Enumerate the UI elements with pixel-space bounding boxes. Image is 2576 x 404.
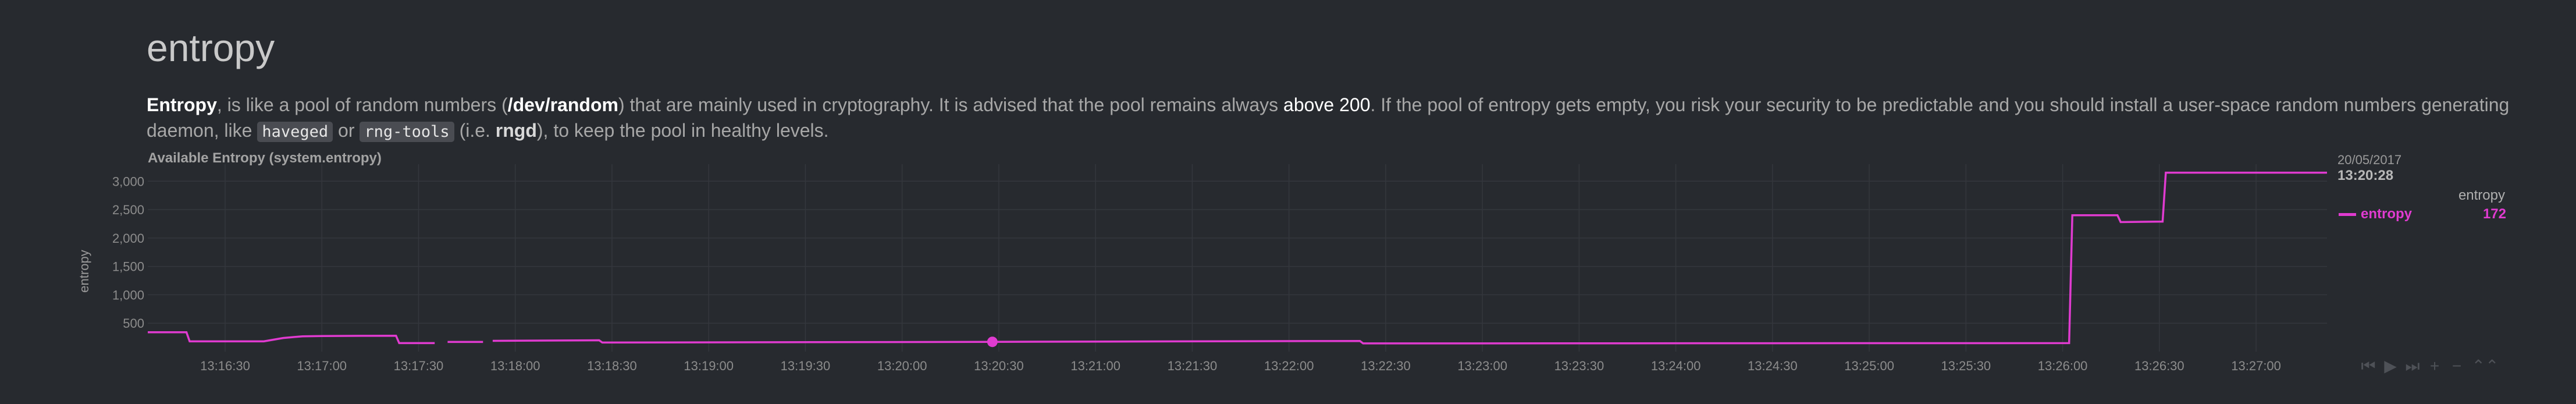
y-axis-label: entropy (77, 250, 91, 292)
legend-swatch (2339, 213, 2356, 216)
y-tick-label: 1,500 (112, 260, 144, 274)
x-tick-label: 13:21:30 (1168, 359, 1218, 373)
zoom-out-icon[interactable]: − (2446, 357, 2468, 375)
y-tick-label: 2,000 (112, 231, 144, 246)
series-line-entropy (148, 331, 435, 345)
x-tick-label: 13:24:00 (1651, 359, 1701, 373)
hover-point (987, 336, 998, 348)
play-icon[interactable]: ▶ (2379, 356, 2401, 375)
x-tick-label: 13:26:00 (2038, 359, 2088, 373)
pan-left-icon[interactable]: ⏮ (2357, 357, 2379, 376)
legend-date: 20/05/2017 (2337, 153, 2402, 167)
x-tick-label: 13:25:30 (1941, 359, 1991, 373)
zoom-in-icon[interactable]: + (2424, 357, 2446, 375)
x-tick-label: 13:25:00 (1844, 359, 1894, 373)
x-tick-label: 13:23:00 (1457, 359, 1507, 373)
pan-right-icon[interactable]: ⏭ (2401, 357, 2424, 376)
x-tick-label: 13:23:30 (1554, 359, 1604, 373)
x-tick-label: 13:16:30 (200, 359, 250, 373)
x-tick-label: 13:22:00 (1264, 359, 1314, 373)
x-tick-label: 13:20:00 (877, 359, 927, 373)
y-tick-label: 500 (123, 316, 144, 331)
resize-icon[interactable]: ⌃⌃ (2468, 356, 2503, 375)
chart-toolbox: ⏮ ▶ ⏭ + − ⌃⌃ (2357, 356, 2503, 380)
x-tick-label: 13:19:30 (781, 359, 831, 373)
entropy-chart[interactable]: 500 1,000 1,500 2,000 2,500 3,000 13:16:30 13:1… (0, 0, 2576, 404)
x-tick-label: 13:18:30 (587, 359, 637, 373)
y-tick-label: 2,500 (112, 203, 144, 217)
x-tick-label: 13:22:30 (1361, 359, 1411, 373)
legend-time: 13:20:28 (2337, 168, 2394, 183)
x-tick-label: 13:20:30 (974, 359, 1024, 373)
x-tick-label: 13:26:30 (2134, 359, 2184, 373)
x-tick-label: 13:17:30 (394, 359, 444, 373)
legend-series-entropy[interactable]: entropy 172 (2337, 205, 2506, 222)
x-tick-label: 13:24:30 (1748, 359, 1798, 373)
x-tick-label: 13:18:00 (490, 359, 540, 373)
series-line-entropy (492, 171, 2327, 345)
x-tick-label: 13:19:00 (684, 359, 734, 373)
x-tick-label: 13:27:00 (2231, 359, 2281, 373)
legend-header: entropy (2458, 187, 2505, 203)
y-tick-label: 3,000 (112, 174, 144, 189)
legend-series-value: 172 (2482, 206, 2506, 222)
legend-series-name: entropy (2361, 206, 2413, 222)
y-tick-label: 1,000 (112, 288, 144, 302)
x-tick-label: 13:21:00 (1070, 359, 1120, 373)
x-tick-label: 13:17:00 (297, 359, 347, 373)
